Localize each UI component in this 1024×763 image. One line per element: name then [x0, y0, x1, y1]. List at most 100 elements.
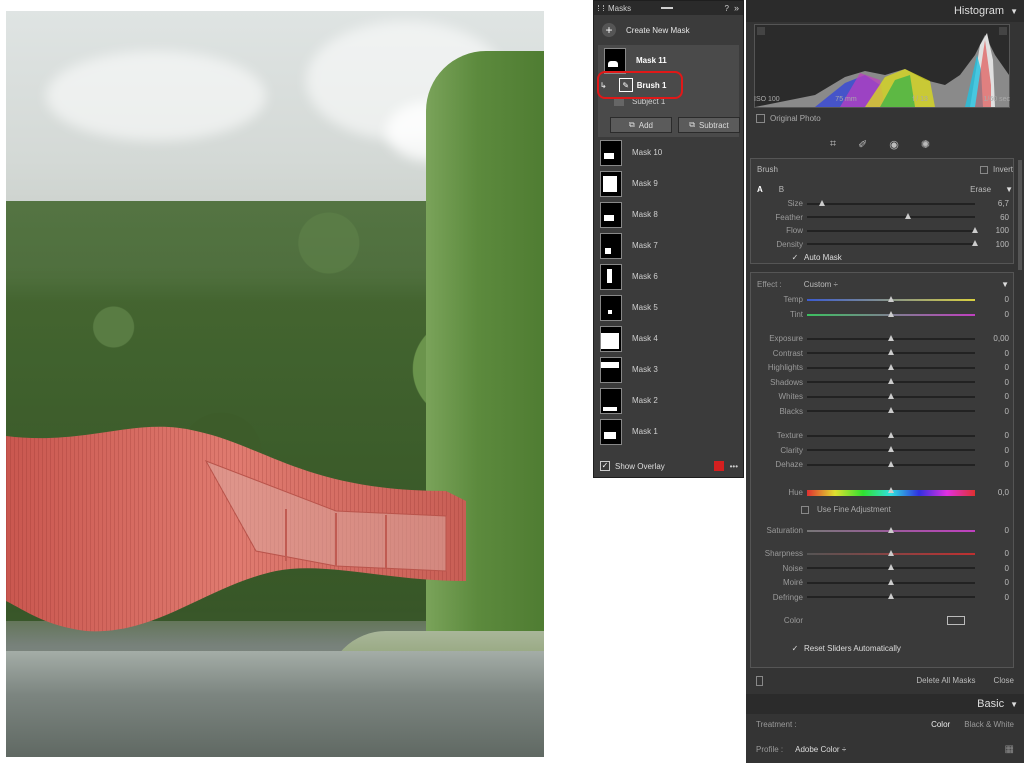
slider-track[interactable]	[807, 199, 975, 206]
slider-value[interactable]: 0	[979, 564, 1009, 573]
slider-track[interactable]	[807, 407, 975, 413]
treatment-color-button[interactable]: Color	[931, 720, 950, 729]
slider-value[interactable]: 0	[979, 526, 1009, 535]
profile-dropdown[interactable]: Adobe Color ÷	[795, 745, 846, 754]
mask-item[interactable]: Mask 3	[594, 354, 743, 385]
slider-track[interactable]	[807, 564, 975, 570]
slider-track[interactable]	[807, 593, 975, 599]
slider-value[interactable]: 0	[979, 593, 1009, 602]
basic-header[interactable]: Basic ▼	[746, 694, 1024, 714]
slider-track[interactable]	[807, 240, 978, 246]
slider-value[interactable]: 0	[979, 310, 1009, 319]
mask-item[interactable]: Mask 6	[594, 261, 743, 292]
slider-thumb[interactable]	[888, 392, 894, 399]
overlay-color-swatch[interactable]	[713, 461, 724, 471]
brush-options-icon[interactable]: ▼	[1005, 185, 1013, 194]
brush-a-tab[interactable]: A	[757, 185, 763, 194]
basic-collapse-icon[interactable]: ▼	[1010, 700, 1018, 709]
masks-panel-header[interactable]: Masks ? »	[594, 1, 743, 15]
mask-item[interactable]: Mask 8	[594, 199, 743, 230]
add-button[interactable]: ⧉ Add	[610, 117, 672, 133]
help-icon[interactable]: ?	[725, 4, 729, 13]
effect-options-icon[interactable]: ▼	[1001, 280, 1009, 289]
slider-track[interactable]	[807, 310, 975, 317]
slider-thumb[interactable]	[888, 486, 894, 493]
delete-all-masks-button[interactable]: Delete All Masks	[916, 676, 975, 685]
show-overlay-checkbox[interactable]: ✓	[600, 461, 610, 471]
slider-value[interactable]: 60	[979, 213, 1009, 222]
slider-track[interactable]	[807, 578, 975, 585]
reset-sliders-toggle[interactable]: ✓ Reset Sliders Automatically	[791, 642, 1024, 655]
slider-thumb[interactable]	[888, 407, 894, 413]
slider-track[interactable]	[807, 431, 975, 438]
scrollbar[interactable]	[1018, 160, 1022, 270]
minimize-icon[interactable]	[661, 7, 674, 9]
fine-adjust-checkbox[interactable]	[801, 505, 809, 514]
slider-track[interactable]	[807, 549, 975, 556]
mask-item[interactable]: Mask 2	[594, 385, 743, 416]
slider-thumb[interactable]	[888, 431, 894, 438]
fine-adjust-toggle[interactable]: Use Fine Adjustment	[801, 503, 1024, 516]
mask-item[interactable]: Mask 7	[594, 230, 743, 261]
slider-track[interactable]	[807, 526, 975, 533]
slider-track[interactable]	[807, 295, 975, 302]
slider-track[interactable]	[807, 486, 975, 496]
slider-value[interactable]: 0	[979, 295, 1009, 304]
crop-icon[interactable]: ⌗	[830, 138, 836, 151]
invert-toggle[interactable]: Invert	[979, 165, 1013, 174]
slider-value[interactable]: 0	[979, 363, 1009, 372]
mask-item[interactable]: Mask 4	[594, 323, 743, 354]
slider-thumb[interactable]	[888, 526, 894, 533]
slider-track[interactable]	[807, 334, 975, 341]
original-photo-checkbox[interactable]	[756, 114, 765, 123]
slider-track[interactable]	[807, 446, 975, 452]
slider-value[interactable]: 0,00	[979, 334, 1009, 343]
slider-track[interactable]	[807, 378, 975, 384]
slider-track[interactable]	[807, 213, 975, 219]
mask-item[interactable]: Mask 10	[594, 137, 743, 168]
slider-thumb[interactable]	[888, 593, 894, 599]
slider-thumb[interactable]	[904, 213, 911, 219]
slider-value[interactable]: 0	[979, 460, 1009, 469]
slider-track[interactable]	[807, 363, 975, 370]
slider-thumb[interactable]	[888, 446, 894, 452]
slider-thumb[interactable]	[888, 334, 894, 341]
slider-value[interactable]: 6,7	[979, 199, 1009, 208]
effect-preset-dropdown[interactable]: Custom ÷	[804, 280, 838, 289]
drag-grip-icon[interactable]	[598, 5, 604, 11]
profile-browser-icon[interactable]: ▦	[1005, 744, 1014, 755]
panel-toggle-icon[interactable]	[756, 675, 763, 686]
red-eye-icon[interactable]: ◉	[889, 138, 899, 151]
slider-value[interactable]: 100	[979, 240, 1009, 249]
panel-collapse-icon[interactable]: ▼	[1010, 7, 1018, 16]
more-options-icon[interactable]: •••	[730, 462, 738, 471]
slider-track[interactable]	[807, 226, 978, 233]
show-overlay-toggle[interactable]: ✓ Show Overlay •••	[600, 461, 738, 471]
slider-thumb[interactable]	[888, 549, 894, 556]
mask-item[interactable]: Mask 5	[594, 292, 743, 323]
slider-thumb[interactable]	[888, 295, 894, 302]
slider-track[interactable]	[807, 460, 975, 467]
photo-canvas[interactable]	[6, 11, 544, 757]
slider-thumb[interactable]	[819, 199, 826, 206]
reset-sliders-checkbox[interactable]: ✓	[791, 644, 799, 653]
slider-value[interactable]: 0,0	[979, 488, 1009, 497]
slider-value[interactable]: 0	[979, 549, 1009, 558]
collapse-icon[interactable]: »	[734, 3, 739, 13]
slider-thumb[interactable]	[972, 240, 978, 246]
slider-thumb[interactable]	[888, 310, 894, 317]
subtract-button[interactable]: ⧉ Subtract	[678, 117, 740, 133]
slider-thumb[interactable]	[888, 578, 894, 585]
mask-item[interactable]: Mask 9	[594, 168, 743, 199]
slider-thumb[interactable]	[888, 564, 894, 570]
slider-thumb[interactable]	[888, 363, 894, 370]
slider-value[interactable]: 0	[979, 431, 1009, 440]
heal-icon[interactable]: ✐	[858, 138, 867, 151]
slider-thumb[interactable]	[972, 226, 978, 233]
slider-value[interactable]: 0	[979, 446, 1009, 455]
treatment-bw-button[interactable]: Black & White	[964, 720, 1014, 729]
invert-checkbox[interactable]	[979, 165, 988, 174]
close-button[interactable]: Close	[994, 676, 1014, 685]
slider-thumb[interactable]	[888, 460, 894, 467]
slider-track[interactable]	[807, 349, 975, 355]
